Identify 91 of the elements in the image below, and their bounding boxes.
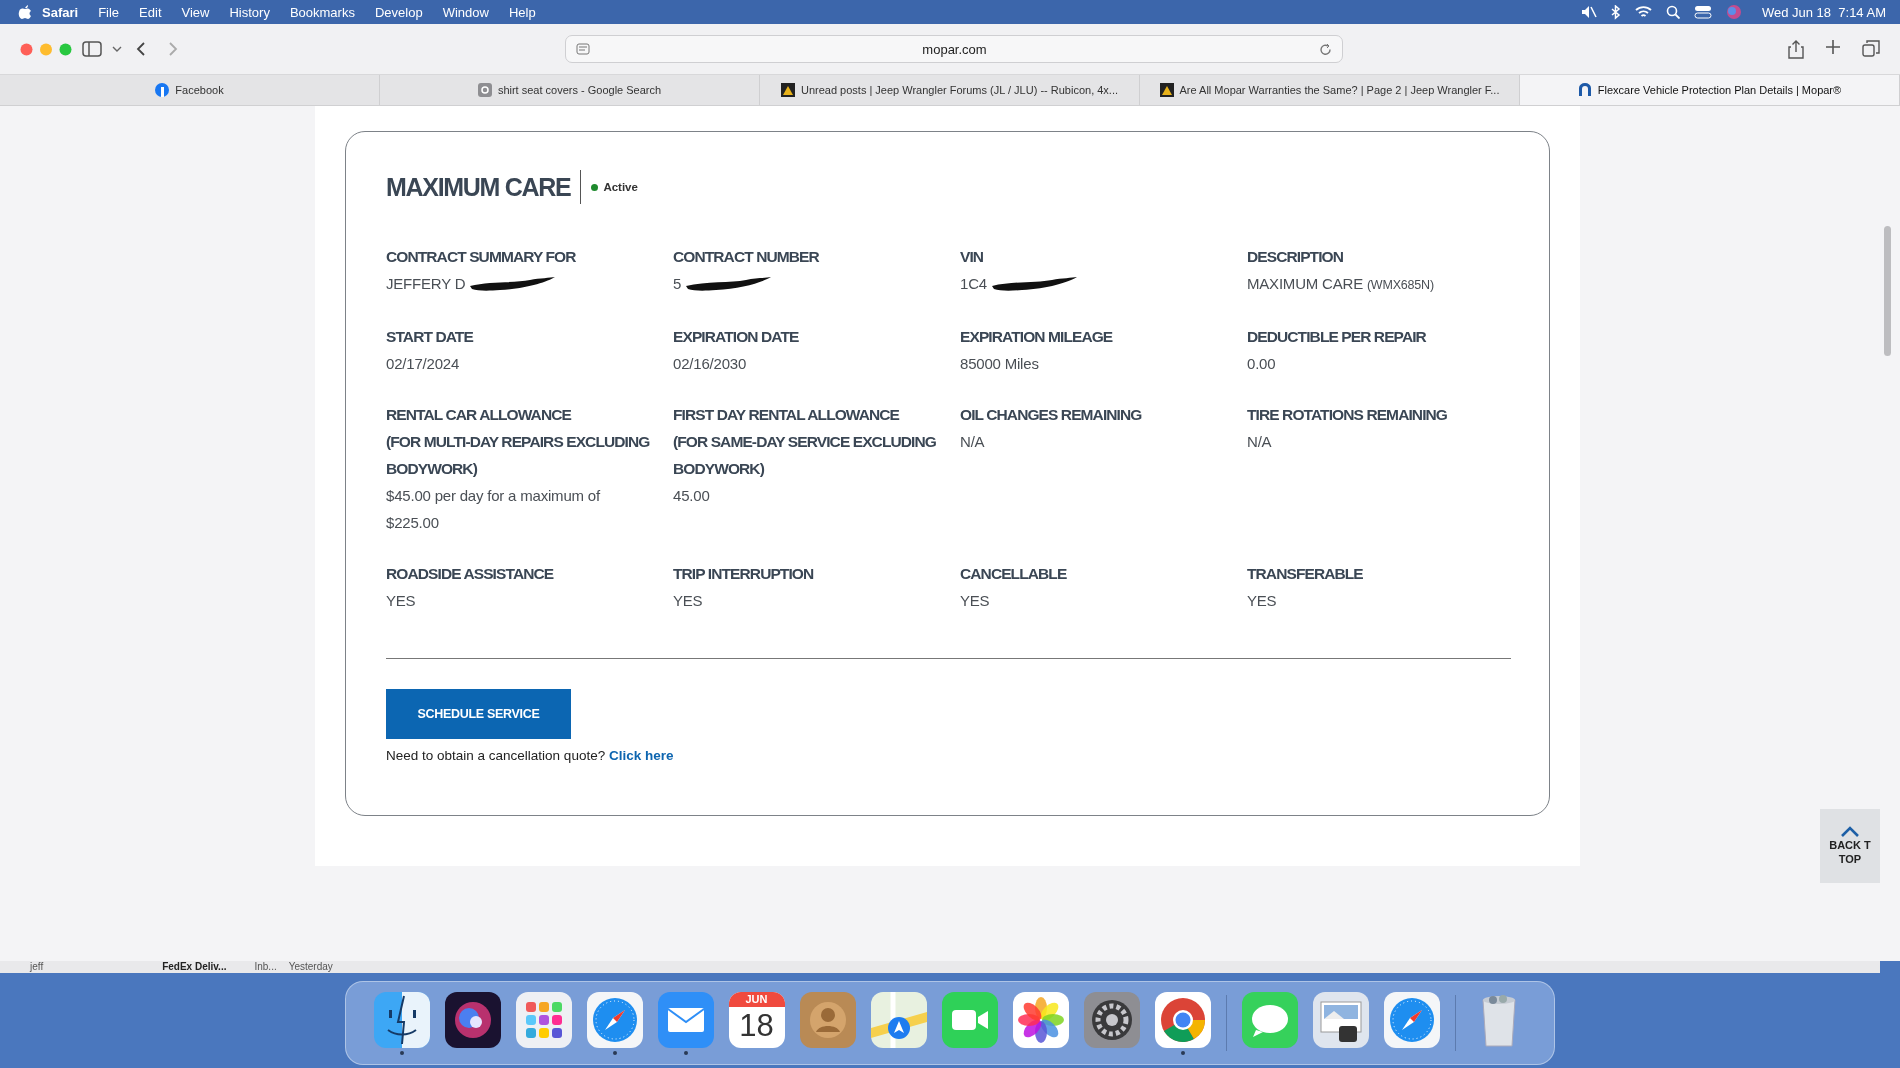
menu-item[interactable]: File (88, 4, 130, 20)
apple-logo-icon[interactable] (18, 4, 32, 20)
square-favicon-icon (477, 83, 492, 97)
browser-tab[interactable]: Flexcare Vehicle Protection Plan Details | Mopar® (1520, 75, 1900, 105)
field-value: YES (960, 591, 990, 611)
muted-speaker-icon[interactable] (1580, 5, 1597, 19)
menu-item[interactable]: View (171, 4, 220, 20)
schedule-service-button[interactable]: SCHEDULE SERVICE (386, 689, 571, 739)
field-label: VIN (960, 247, 985, 267)
orb-icon[interactable] (444, 991, 501, 1048)
search-icon[interactable] (1665, 5, 1680, 19)
control-toggles-icon[interactable] (1693, 5, 1712, 19)
browser-tab[interactable]: Unread posts | Jeep Wrangler Forums (JL / JLU) -- Rubicon, 4x... (760, 75, 1140, 105)
video-camera-icon[interactable] (941, 991, 998, 1048)
address-field[interactable]: mopar.com (565, 35, 1343, 63)
menu-item[interactable]: Help (498, 4, 546, 20)
window-controls-icon[interactable] (20, 42, 72, 56)
browser-tab[interactable]: shirt seat covers - Google Search (380, 75, 760, 105)
app-menu[interactable]: Safari (32, 4, 89, 20)
field-value: N/A (1247, 432, 1272, 452)
menu-item[interactable]: Window (432, 4, 499, 20)
chevron-down-icon[interactable] (112, 45, 122, 53)
menu-item[interactable]: History (219, 4, 280, 20)
triangle-favicon-icon (1159, 83, 1174, 97)
field-label: CONTRACT NUMBER (673, 247, 820, 267)
click-here-link[interactable]: Click here (608, 748, 674, 763)
field-value: 85000 Miles (960, 354, 1039, 374)
arch-favicon-icon (1577, 83, 1592, 97)
scrollbar-thumb[interactable] (1884, 226, 1891, 356)
field-value: 02/17/2024 (386, 354, 460, 374)
field-value: $45.00 per day for a maximum of $225.00 (386, 486, 602, 533)
browser-tab[interactable]: Facebook (0, 75, 380, 105)
reload-icon[interactable] (1319, 42, 1332, 56)
cancellation-note: Need to obtain a cancellation quote? Click here (386, 748, 674, 763)
field-value: 1C4 (960, 274, 987, 294)
menu-item[interactable]: Edit (129, 4, 172, 20)
speech-bubble-icon[interactable] (1241, 991, 1298, 1048)
face-icon[interactable] (373, 991, 430, 1048)
field-value: 5 (673, 274, 682, 294)
field-label: FIRST DAY RENTAL ALLOWANCE (FOR SAME-DAY SERVICE EXCLUDING BODYWORK) (673, 405, 937, 479)
mail-list-text: FedEx Deliv... (162, 962, 227, 972)
status-label: Active (603, 181, 638, 193)
field-label: CANCELLABLE (960, 564, 1068, 584)
app-grid-icon[interactable] (515, 991, 572, 1048)
wifi-icon[interactable] (1634, 5, 1652, 19)
field-value: 0.00 (1247, 354, 1276, 374)
field-label: DESCRIPTION (1247, 247, 1345, 267)
tab-overview-icon[interactable] (1862, 39, 1880, 57)
back-to-top-button[interactable]: BACK T TOP (1820, 809, 1880, 883)
field-value: YES (1247, 591, 1277, 611)
mail-list-text: Inb... (254, 962, 277, 972)
mail-list-text: jeff (30, 962, 44, 972)
field-label: RENTAL CAR ALLOWANCE (FOR MULTI-DAY REPAIRS EXCLUDING BODYWORK) (386, 405, 651, 479)
compass-icon[interactable] (586, 991, 643, 1048)
plan-title: MAXIMUM CARE (386, 170, 582, 204)
field-value: JEFFERY D (386, 274, 466, 294)
menu-item[interactable]: Develop (364, 4, 433, 20)
flower-icon[interactable] (1012, 991, 1069, 1048)
field-label: DEDUCTIBLE PER REPAIR (1247, 327, 1427, 347)
field-value: 45.00 (673, 486, 710, 506)
chevron-up-icon (1840, 826, 1860, 838)
field-label: ROADSIDE ASSISTANCE (386, 564, 555, 584)
field-label: START DATE (386, 327, 475, 347)
menubar-clock[interactable]: Wed Jun 18 7:14 AM (1761, 4, 1886, 20)
field-label: OIL CHANGES REMAINING (960, 405, 1143, 425)
field-label: TRANSFERABLE (1247, 564, 1364, 584)
bluetooth-icon[interactable] (1610, 4, 1621, 20)
field-value: N/A (960, 432, 985, 452)
field-value: YES (386, 591, 416, 611)
calendar-icon[interactable]: JUN 18 (728, 991, 785, 1048)
photo-stack-icon[interactable] (1312, 991, 1369, 1048)
field-value: MAXIMUM CARE (WMX685N) (1247, 274, 1434, 294)
page-icon (576, 43, 590, 55)
field-label: CONTRACT SUMMARY FOR (386, 247, 577, 267)
field-value: 02/16/2030 (673, 354, 747, 374)
round-favicon-icon (155, 83, 170, 97)
field-label: EXPIRATION DATE (673, 327, 800, 347)
menu-item[interactable]: Bookmarks (279, 4, 365, 20)
mail-list-text: Yesterday (288, 962, 333, 972)
share-icon[interactable] (1788, 39, 1804, 59)
field-value: YES (673, 591, 703, 611)
field-label: EXPIRATION MILEAGE (960, 327, 1114, 347)
compass-icon[interactable] (1383, 991, 1440, 1048)
map-icon[interactable] (870, 991, 927, 1048)
new-tab-icon[interactable] (1826, 39, 1840, 54)
gear-icon[interactable] (1083, 991, 1140, 1048)
field-label: TIRE ROTATIONS REMAINING (1247, 405, 1448, 425)
field-label: TRIP INTERRUPTION (673, 564, 815, 584)
sidebar-icon[interactable] (82, 41, 102, 57)
triangle-favicon-icon (780, 83, 795, 97)
envelope-icon[interactable] (657, 991, 714, 1048)
